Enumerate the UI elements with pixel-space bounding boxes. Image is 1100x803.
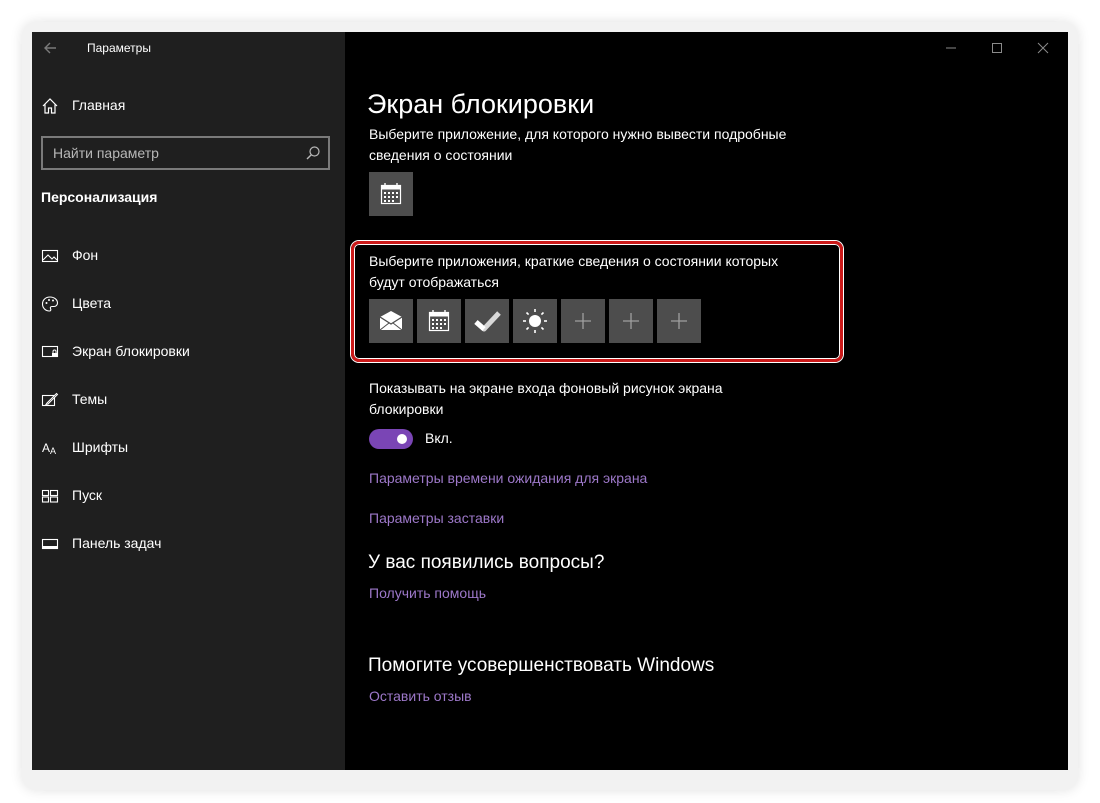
palette-icon [41, 296, 59, 312]
picture-icon [41, 249, 59, 263]
search-input[interactable] [43, 138, 303, 168]
sidebar-item-lock-screen[interactable]: Экран блокировки [32, 340, 345, 388]
quick-status-app-weather[interactable] [513, 299, 557, 343]
sidebar-item-label: Пуск [72, 487, 103, 503]
sidebar-item-background[interactable]: Фон [32, 244, 345, 292]
toggle-state-label: Вкл. [425, 430, 453, 446]
sidebar-nav: Фон Цвета Экран блокировки Темы A A Шриф… [32, 244, 345, 580]
plus-icon [671, 313, 687, 329]
home-icon [42, 98, 58, 114]
section-title: Персонализация [41, 189, 158, 205]
get-help-link[interactable]: Получить помощь [369, 585, 486, 601]
feedback-link[interactable]: Оставить отзыв [369, 688, 472, 704]
title-bar: Параметры [32, 32, 345, 64]
back-arrow-icon [44, 42, 56, 54]
page-title: Экран блокировки [367, 89, 595, 119]
themes-icon [41, 392, 59, 407]
checkmark-icon [474, 311, 501, 332]
detailed-status-description: Выберите приложение, для которого нужно … [369, 126, 787, 163]
sidebar-item-label: Шрифты [72, 439, 129, 455]
signin-background-description: Показывать на экране входа фоновый рисун… [369, 380, 723, 417]
minimize-icon [946, 47, 956, 49]
minimize-button[interactable] [928, 32, 974, 64]
sidebar-item-fonts[interactable]: A A Шрифты [32, 436, 345, 484]
sidebar: Параметры Главная Персонализация Фон [32, 32, 345, 770]
quick-status-app-calendar[interactable] [417, 299, 461, 343]
sidebar-item-label: Экран блокировки [72, 343, 190, 359]
back-button[interactable] [40, 38, 62, 58]
quick-status-add-slot-1[interactable] [561, 299, 605, 343]
sidebar-item-colors[interactable]: Цвета [32, 292, 345, 340]
plus-icon [623, 313, 639, 329]
start-icon [41, 489, 59, 503]
sidebar-item-label: Панель задач [72, 535, 162, 551]
settings-window: Параметры Главная Персонализация Фон [32, 32, 1068, 770]
improve-windows-heading: Помогите усовершенствовать Windows [368, 655, 715, 676]
timeout-settings-link[interactable]: Параметры времени ожидания для экрана [369, 470, 647, 486]
questions-heading: У вас появились вопросы? [368, 552, 605, 573]
window-controls [928, 32, 1068, 64]
weather-sun-icon [523, 309, 547, 333]
main-content: Экран блокировки Выберите приложение, дл… [345, 32, 1068, 770]
toggle-knob [397, 434, 407, 444]
sidebar-item-home[interactable]: Главная [32, 92, 345, 120]
quick-status-add-slot-2[interactable] [609, 299, 653, 343]
app-title: Параметры [87, 41, 151, 55]
search-box [41, 136, 330, 170]
sidebar-item-themes[interactable]: Темы [32, 388, 345, 436]
plus-icon [575, 313, 591, 329]
search-icon[interactable] [304, 144, 322, 162]
quick-status-description: Выберите приложения, краткие сведения о … [369, 253, 779, 290]
detailed-status-app-button[interactable] [369, 172, 413, 216]
maximize-icon [992, 43, 1002, 53]
screensaver-settings-link[interactable]: Параметры заставки [369, 510, 504, 526]
sidebar-item-taskbar[interactable]: Панель задач [32, 532, 345, 580]
sidebar-item-label: Главная [72, 97, 126, 113]
fonts-icon: A A [42, 441, 56, 456]
sidebar-item-label: Цвета [72, 295, 111, 311]
svg-text:A: A [50, 446, 56, 456]
calendar-icon [380, 183, 402, 205]
sidebar-item-label: Темы [72, 391, 108, 407]
svg-text:A: A [42, 441, 50, 455]
mail-icon [379, 311, 403, 331]
quick-status-app-todo[interactable] [465, 299, 509, 343]
maximize-button[interactable] [974, 32, 1020, 64]
lock-screen-icon [41, 345, 59, 358]
signin-background-toggle[interactable] [369, 429, 413, 449]
close-button[interactable] [1020, 32, 1066, 64]
close-icon [1037, 42, 1049, 54]
taskbar-icon [41, 538, 59, 550]
quick-status-add-slot-3[interactable] [657, 299, 701, 343]
sidebar-item-start[interactable]: Пуск [32, 484, 345, 532]
calendar-icon [428, 310, 450, 332]
sidebar-item-label: Фон [72, 247, 99, 263]
quick-status-app-mail[interactable] [369, 299, 413, 343]
